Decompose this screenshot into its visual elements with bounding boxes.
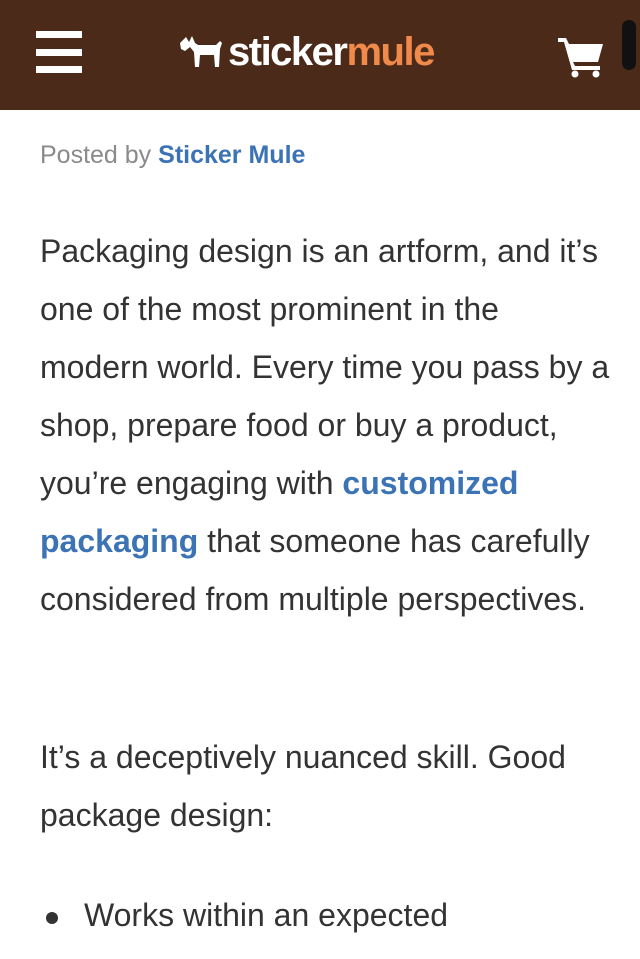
menu-bar	[36, 48, 82, 56]
site-header: stickermule	[0, 0, 640, 110]
logo-text: stickermule	[228, 28, 435, 76]
hamburger-icon[interactable]	[36, 31, 82, 73]
second-paragraph: It’s a deceptively nuanced skill. Good p…	[40, 739, 566, 833]
cart-icon[interactable]	[556, 36, 606, 78]
menu-bar	[36, 66, 82, 73]
posted-by-label: Posted by	[40, 141, 152, 169]
logo-text-mule: mule	[346, 30, 435, 74]
logo-text-sticker: sticker	[228, 30, 348, 74]
scrollbar[interactable]	[622, 20, 636, 70]
author-link[interactable]: Sticker Mule	[158, 141, 305, 169]
mule-icon	[180, 36, 222, 67]
intro-paragraph: Packaging design is an artform, and it’s…	[40, 222, 610, 628]
menu-bar	[36, 31, 82, 38]
intro-text-before: Packaging design is an artform, and it’s…	[40, 233, 610, 501]
sticker-mule-logo[interactable]: stickermule	[178, 28, 435, 76]
bullet-list: Works within an expected	[40, 886, 620, 944]
cart-icon-graphic	[558, 38, 603, 78]
post-byline: Posted by Sticker Mule	[40, 138, 305, 172]
bullet-item: Works within an expected	[40, 886, 620, 944]
